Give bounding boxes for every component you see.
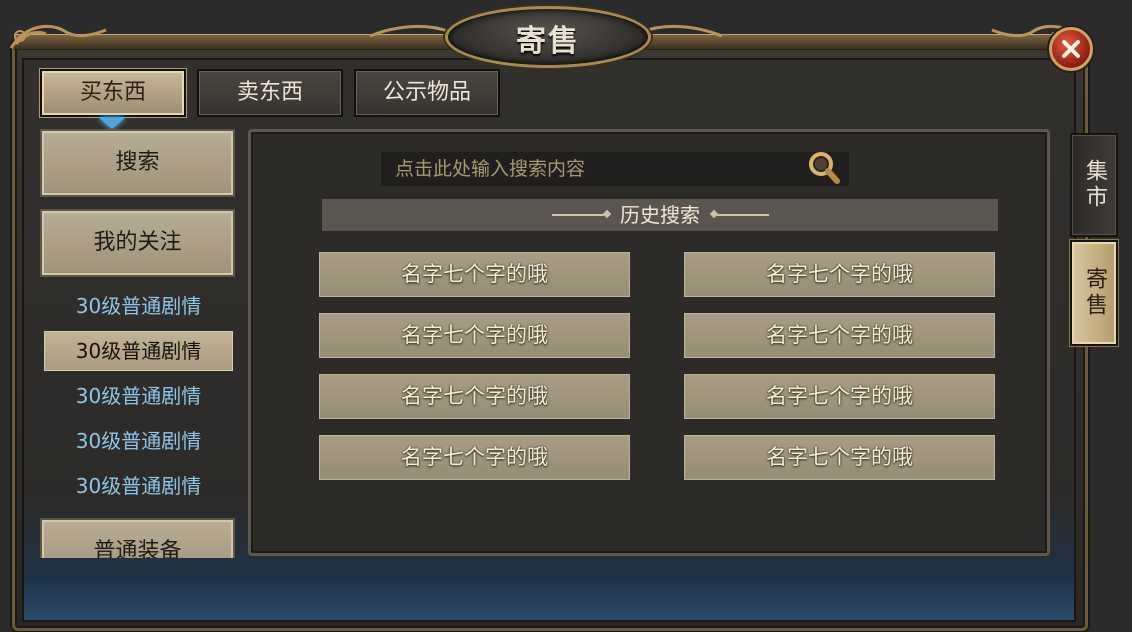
sidebar-list-item[interactable]: 30级普通剧情 <box>44 466 233 506</box>
history-item[interactable]: 名字七个字的哦 <box>684 435 995 480</box>
tab-public-items[interactable]: 公示物品 <box>354 69 500 117</box>
sidebar-search-button[interactable]: 搜索 <box>40 129 235 197</box>
title-plaque: 寄售 <box>445 6 651 68</box>
tab-buy[interactable]: 买东西 <box>40 69 186 117</box>
history-item[interactable]: 名字七个字的哦 <box>684 252 995 297</box>
history-item[interactable]: 名字七个字的哦 <box>684 313 995 358</box>
history-item[interactable]: 名字七个字的哦 <box>684 374 995 419</box>
history-header: 历史搜索 <box>322 199 998 231</box>
history-item[interactable]: 名字七个字的哦 <box>319 435 630 480</box>
sidebar-list-item[interactable]: 30级普通剧情 <box>44 286 233 326</box>
sidebar-equipment-button[interactable]: 普通装备 <box>40 518 235 558</box>
active-tab-indicator-icon <box>98 117 126 129</box>
history-item[interactable]: 名字七个字的哦 <box>319 313 630 358</box>
window-title: 寄售 <box>516 24 580 59</box>
divider-ornament-right-icon <box>717 214 769 216</box>
history-item[interactable]: 名字七个字的哦 <box>319 252 630 297</box>
search-input[interactable] <box>381 152 815 186</box>
close-icon <box>1062 40 1080 58</box>
search-box <box>381 152 849 186</box>
sidebar-list-item-selected[interactable]: 30级普通剧情 <box>44 331 233 371</box>
sidebar-follow-button[interactable]: 我的关注 <box>40 209 235 277</box>
side-tab-consign[interactable]: 寄售 <box>1070 240 1118 346</box>
corner-ornament-left-icon <box>9 24 107 49</box>
side-tab-market[interactable]: 集市 <box>1070 133 1118 237</box>
sidebar-list-item[interactable]: 30级普通剧情 <box>44 376 233 416</box>
tab-sell[interactable]: 卖东西 <box>197 69 343 117</box>
magnifier-icon[interactable] <box>806 150 842 186</box>
history-title: 历史搜索 <box>620 203 700 227</box>
history-item[interactable]: 名字七个字的哦 <box>319 374 630 419</box>
close-button[interactable] <box>1049 27 1093 71</box>
sidebar-scroll-clip: 普通装备 <box>40 518 235 558</box>
sidebar-list-item[interactable]: 30级普通剧情 <box>44 421 233 461</box>
